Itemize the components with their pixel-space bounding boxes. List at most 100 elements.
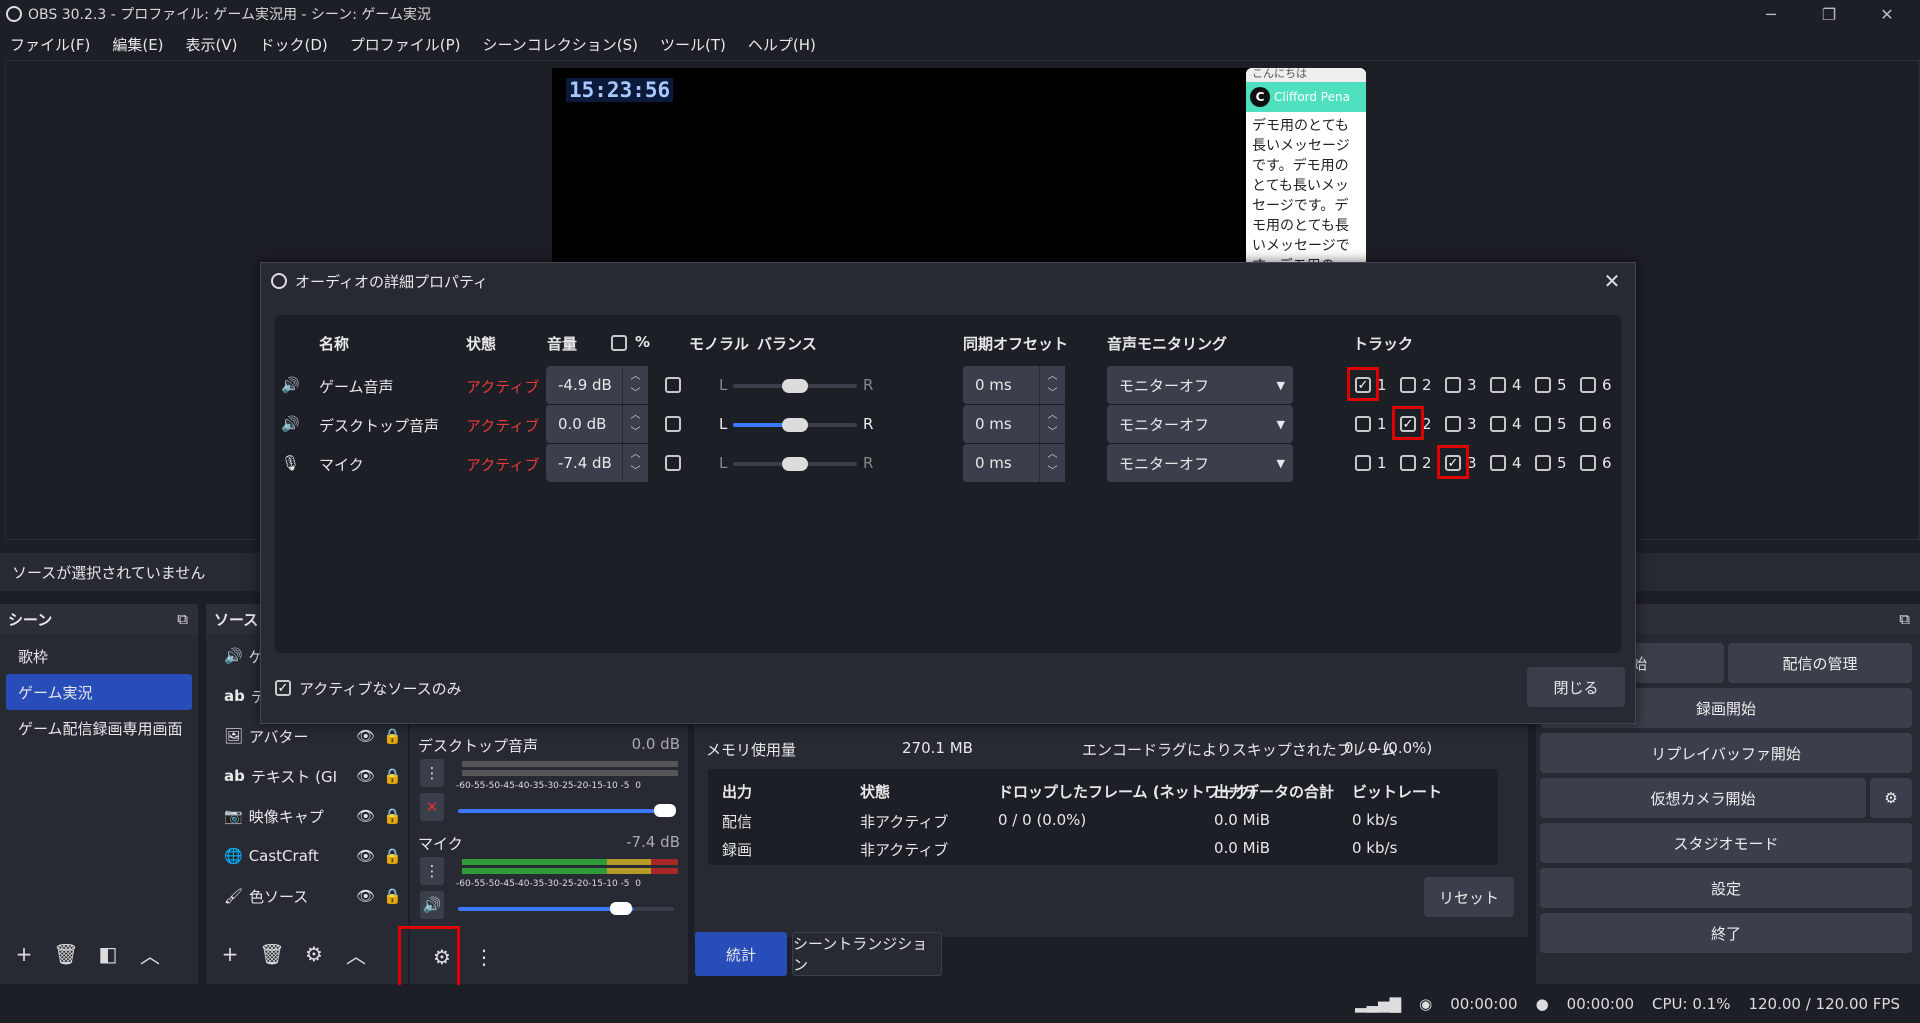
balance-slider-knob[interactable] <box>782 379 808 393</box>
track-checkbox[interactable] <box>1355 416 1371 432</box>
manage-stream-button[interactable]: 配信の管理 <box>1728 643 1912 683</box>
sync-offset-spinbox[interactable]: 0 ms ︿ ﹀ <box>963 405 1065 443</box>
studio-mode-button[interactable]: スタジオモード <box>1540 823 1912 863</box>
minimize-button[interactable]: ─ <box>1742 0 1800 28</box>
lock-icon[interactable]: 🔒 <box>383 847 402 865</box>
virtual-camera-button[interactable]: 仮想カメラ開始 <box>1540 778 1866 818</box>
track-checkbox[interactable] <box>1535 416 1551 432</box>
menu-edit[interactable]: 編集(E) <box>112 34 163 55</box>
move-up-button[interactable]: ︿ <box>136 940 164 968</box>
sync-offset-spinbox[interactable]: 0 ms ︿ ﹀ <box>963 366 1065 404</box>
spin-arrows-icon[interactable]: ︿ ﹀ <box>1039 366 1065 404</box>
mixer-more-icon[interactable]: ⋮ <box>470 943 498 971</box>
track-checkbox[interactable] <box>1580 416 1596 432</box>
add-scene-button[interactable]: + <box>10 940 38 968</box>
track-checkbox[interactable] <box>1490 455 1506 471</box>
scene-filter-icon[interactable]: ◧ <box>94 940 122 968</box>
mono-checkbox[interactable] <box>665 377 681 393</box>
dock-float-icon[interactable]: ⧉ <box>177 610 188 628</box>
menu-view[interactable]: 表示(V) <box>186 34 238 55</box>
track-checkbox[interactable] <box>1535 455 1551 471</box>
volume-spinbox[interactable]: -4.9 dB ︿ ﹀ <box>546 366 648 404</box>
muted-speaker-icon[interactable]: ✕ <box>420 793 444 821</box>
speaker-icon[interactable]: 🔊 <box>420 891 444 919</box>
visibility-eye-icon[interactable]: 👁 <box>356 767 375 785</box>
remove-source-button[interactable]: 🗑 <box>258 940 286 968</box>
track-checkbox[interactable] <box>1445 377 1461 393</box>
tab-stats[interactable]: 統計 <box>695 932 787 976</box>
reset-button[interactable]: リセット <box>1424 877 1514 917</box>
window-close-button[interactable]: ✕ <box>1858 0 1916 28</box>
visibility-eye-icon[interactable]: 👁 <box>356 887 375 905</box>
active-only-checkbox[interactable]: ✓ <box>275 680 291 696</box>
lock-icon[interactable]: 🔒 <box>383 727 402 745</box>
track-checkbox[interactable] <box>1535 377 1551 393</box>
dialog-close-icon[interactable]: ✕ <box>1597 267 1627 295</box>
menu-scene-collection[interactable]: シーンコレクション(S) <box>483 34 638 55</box>
lock-icon[interactable]: 🔒 <box>383 807 402 825</box>
track-checkbox[interactable] <box>1400 377 1416 393</box>
source-item[interactable]: ab テキスト (GI 👁 🔒 <box>212 756 402 796</box>
spin-arrows-icon[interactable]: ︿ ﹀ <box>1039 444 1065 482</box>
volume-slider-track[interactable] <box>634 907 674 911</box>
balance-slider-knob[interactable] <box>782 418 808 432</box>
balance-slider-knob[interactable] <box>782 457 808 471</box>
replay-buffer-button[interactable]: リプレイバッファ開始 <box>1540 733 1912 773</box>
volume-slider-knob[interactable] <box>610 902 632 915</box>
lock-icon[interactable]: 🔒 <box>383 767 402 785</box>
visibility-eye-icon[interactable]: 👁 <box>356 807 375 825</box>
track-checkbox[interactable] <box>1490 416 1506 432</box>
add-source-button[interactable]: + <box>216 940 244 968</box>
row-name: デスクトップ音声 <box>319 417 440 435</box>
track-checkbox[interactable] <box>1580 455 1596 471</box>
spin-arrows-icon[interactable]: ︿ ﹀ <box>622 405 648 443</box>
visibility-eye-icon[interactable]: 👁 <box>356 847 375 865</box>
volume-slider-fill[interactable] <box>458 907 634 911</box>
tab-scene-transition[interactable]: シーントランジション <box>792 932 942 976</box>
track-checkbox[interactable] <box>1580 377 1596 393</box>
menu-file[interactable]: ファイル(F) <box>10 34 90 55</box>
dock-float-icon[interactable]: ⧉ <box>1899 610 1910 628</box>
menu-profile[interactable]: プロファイル(P) <box>350 34 461 55</box>
scene-item[interactable]: ゲーム配信録画専用画面 <box>6 710 192 746</box>
scene-item[interactable]: 歌枠 <box>6 638 192 674</box>
scene-item-selected[interactable]: ゲーム実況 <box>6 674 192 710</box>
move-up-button[interactable]: ︿ <box>342 940 370 968</box>
sync-offset-spinbox[interactable]: 0 ms ︿ ﹀ <box>963 444 1065 482</box>
mixer-menu-icon[interactable]: ⋮ <box>420 857 444 885</box>
menu-help[interactable]: ヘルプ(H) <box>748 34 816 55</box>
menu-dock[interactable]: ドック(D) <box>260 34 328 55</box>
spin-arrows-icon[interactable]: ︿ ﹀ <box>622 444 648 482</box>
dialog-close-button[interactable]: 閉じる <box>1527 667 1625 707</box>
source-properties-gear-icon[interactable]: ⚙ <box>300 940 328 968</box>
source-item[interactable]: 🖌 色ソース 👁 🔒 <box>212 876 402 916</box>
volume-slider-fill[interactable] <box>458 809 674 813</box>
dialog-titlebar: オーディオの詳細プロパティ <box>261 263 1637 299</box>
maximize-button[interactable]: ❐ <box>1800 0 1858 28</box>
track-checkbox[interactable] <box>1490 377 1506 393</box>
source-item[interactable]: 📷 映像キャプ 👁 🔒 <box>212 796 402 836</box>
visibility-eye-icon[interactable]: 👁 <box>356 727 375 745</box>
volume-spinbox[interactable]: -7.4 dB ︿ ﹀ <box>546 444 648 482</box>
track-checkbox[interactable] <box>1400 455 1416 471</box>
mono-checkbox[interactable] <box>665 416 681 432</box>
exit-button[interactable]: 終了 <box>1540 913 1912 953</box>
spin-arrows-icon[interactable]: ︿ ﹀ <box>622 366 648 404</box>
virtual-camera-gear-icon[interactable]: ⚙ <box>1870 778 1912 818</box>
mono-checkbox[interactable] <box>665 455 681 471</box>
monitoring-dropdown[interactable]: モニターオフ ▼ <box>1107 405 1293 443</box>
track-checkbox[interactable] <box>1445 416 1461 432</box>
settings-button[interactable]: 設定 <box>1540 868 1912 908</box>
percent-checkbox[interactable] <box>611 335 627 351</box>
lock-icon[interactable]: 🔒 <box>383 887 402 905</box>
track-checkbox[interactable] <box>1355 455 1371 471</box>
remove-scene-button[interactable]: 🗑 <box>52 940 80 968</box>
monitoring-dropdown[interactable]: モニターオフ ▼ <box>1107 444 1293 482</box>
menu-tools[interactable]: ツール(T) <box>660 34 726 55</box>
spin-arrows-icon[interactable]: ︿ ﹀ <box>1039 405 1065 443</box>
source-item[interactable]: 🌐 CastCraft 👁 🔒 <box>212 836 402 876</box>
volume-spinbox[interactable]: 0.0 dB ︿ ﹀ <box>546 405 648 443</box>
mixer-menu-icon[interactable]: ⋮ <box>420 759 444 787</box>
volume-slider-knob[interactable] <box>654 804 676 817</box>
monitoring-dropdown[interactable]: モニターオフ ▼ <box>1107 366 1293 404</box>
